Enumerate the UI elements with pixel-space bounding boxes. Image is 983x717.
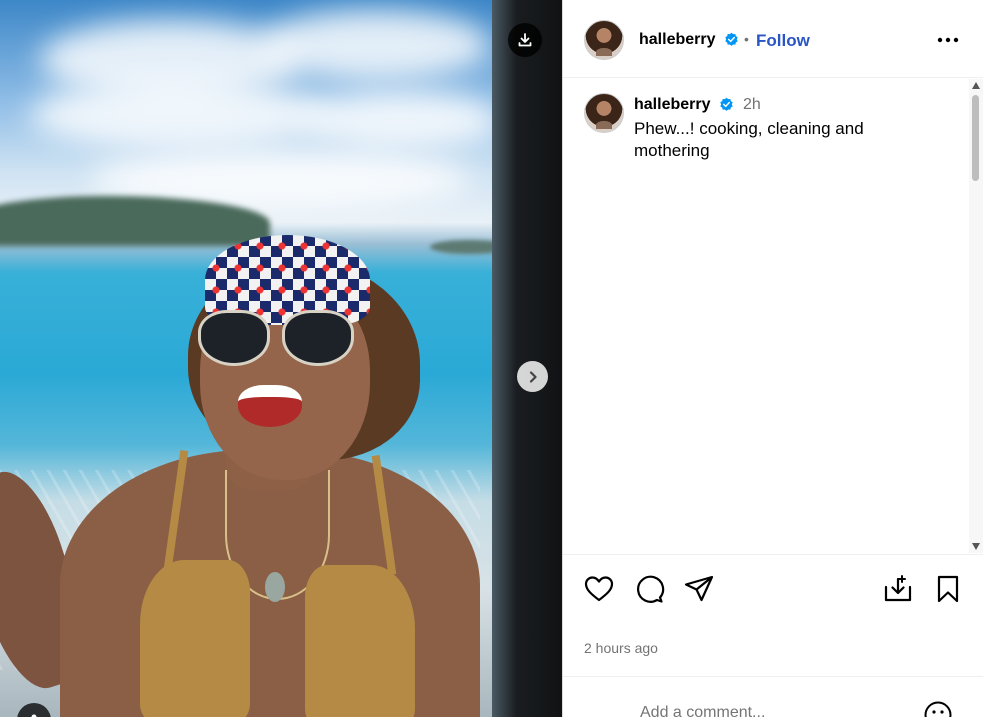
caption-author-username[interactable]: halleberry xyxy=(634,96,710,114)
emoji-icon[interactable] xyxy=(922,699,954,717)
bikini-top-right xyxy=(305,565,415,717)
post-header: halleberry • Follow xyxy=(563,0,983,78)
scroll-up-arrow-icon[interactable] xyxy=(972,82,980,89)
verified-badge-icon xyxy=(725,32,738,46)
scroll-down-arrow-icon[interactable] xyxy=(972,543,980,550)
header-separator: • xyxy=(744,31,749,47)
more-options-icon xyxy=(937,37,959,43)
necklace-pendant xyxy=(265,572,285,602)
boat-sail-edge xyxy=(492,0,562,717)
save-to-collection-icon[interactable] xyxy=(882,573,914,605)
subject-smile xyxy=(238,385,302,427)
person-icon xyxy=(31,714,37,717)
caption-text: Phew...! cooking, cleaning and mothering xyxy=(634,119,864,160)
author-username[interactable]: halleberry xyxy=(639,31,715,49)
bikini-top-left xyxy=(140,560,250,717)
bookmark-icon[interactable] xyxy=(932,573,964,605)
comment-icon[interactable] xyxy=(633,573,665,605)
post-actions-bar xyxy=(563,554,983,624)
sunglasses-lens-left xyxy=(198,310,270,366)
post-caption: halleberry 2h Phew...! cooking, cleaning… xyxy=(563,79,970,553)
chevron-right-icon xyxy=(529,370,537,383)
verified-badge-icon xyxy=(720,97,733,111)
post-timestamp[interactable]: 2 hours ago xyxy=(584,640,658,656)
download-button[interactable] xyxy=(508,23,542,57)
caption-age[interactable]: 2h xyxy=(743,96,761,114)
share-icon[interactable] xyxy=(683,573,715,605)
download-icon xyxy=(518,33,532,47)
follow-button[interactable]: Follow xyxy=(756,31,810,51)
next-media-button[interactable] xyxy=(517,361,548,392)
add-comment-bar xyxy=(563,676,983,717)
comment-input[interactable] xyxy=(640,704,920,717)
more-options-button[interactable] xyxy=(935,28,961,52)
caption-author-avatar[interactable] xyxy=(584,93,624,133)
comments-scrollbar[interactable] xyxy=(969,79,983,553)
scrollbar-thumb[interactable] xyxy=(972,95,979,181)
heart-icon[interactable] xyxy=(583,573,615,605)
post-details-panel: halleberry • Follow halleberry 2h Phew..… xyxy=(562,0,983,717)
post-media[interactable] xyxy=(0,0,562,717)
photo-subject xyxy=(0,0,480,717)
author-avatar[interactable] xyxy=(584,20,624,60)
sunglasses-lens-right xyxy=(282,310,354,366)
